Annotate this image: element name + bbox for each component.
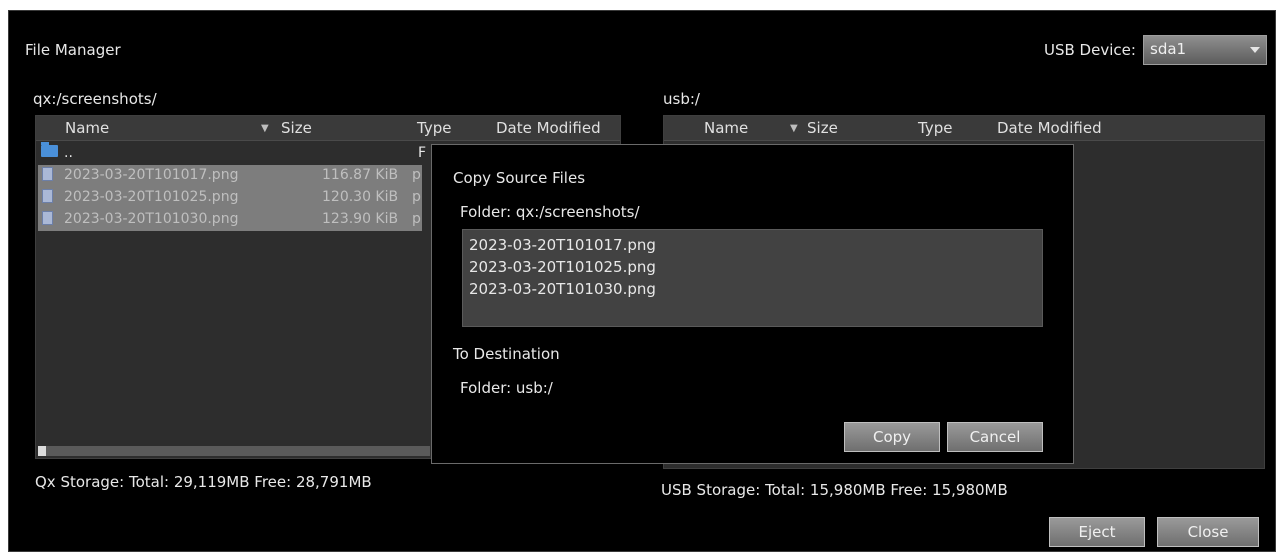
scrollbar-thumb[interactable] (38, 446, 46, 456)
close-button[interactable]: Close (1157, 517, 1259, 547)
left-col-date[interactable]: Date Modified (496, 119, 601, 137)
left-col-size[interactable]: Size (281, 119, 312, 137)
left-column-header: Name ▼ Size Type Date Modified (36, 116, 620, 141)
left-col-type[interactable]: Type (417, 119, 451, 137)
row-name: 2023-03-20T101030.png (64, 211, 239, 227)
right-col-name[interactable]: Name (704, 119, 748, 137)
source-file-list[interactable]: 2023-03-20T101017.png 2023-03-20T101025.… (462, 229, 1043, 327)
list-item[interactable]: 2023-03-20T101025.png 120.30 KiB p (38, 187, 422, 209)
eject-button[interactable]: Eject (1049, 517, 1145, 547)
right-column-header: Name ▼ Size Type Date Modified (664, 116, 1264, 141)
right-col-type[interactable]: Type (918, 119, 952, 137)
left-col-name[interactable]: Name (65, 119, 109, 137)
copy-dialog: Copy Source Files Folder: qx:/screenshot… (431, 144, 1074, 464)
file-icon (42, 167, 53, 181)
folder-icon (41, 142, 58, 157)
sort-arrow-icon: ▼ (261, 123, 269, 134)
list-item: 2023-03-20T101030.png (469, 280, 656, 298)
file-manager-window: File Manager USB Device: sda1 qx:/screen… (8, 10, 1276, 552)
list-item: 2023-03-20T101025.png (469, 258, 656, 276)
window-title: File Manager (25, 41, 121, 59)
list-item[interactable]: 2023-03-20T101017.png 116.87 KiB p (38, 165, 422, 187)
row-type: F (418, 145, 427, 161)
row-type: p (412, 189, 421, 205)
right-col-size[interactable]: Size (807, 119, 838, 137)
qx-storage-status: Qx Storage: Total: 29,119MB Free: 28,791… (35, 473, 372, 491)
source-folder: Folder: qx:/screenshots/ (460, 203, 640, 221)
right-col-date[interactable]: Date Modified (997, 119, 1102, 137)
row-size: 116.87 KiB (322, 167, 399, 183)
row-name: 2023-03-20T101017.png (64, 167, 239, 183)
destination-folder: Folder: usb:/ (460, 379, 553, 397)
cancel-button[interactable]: Cancel (947, 422, 1043, 452)
horizontal-scrollbar[interactable] (38, 446, 430, 456)
file-icon (42, 211, 53, 225)
usb-device-label: USB Device: (1044, 41, 1136, 59)
sort-arrow-icon: ▼ (790, 123, 798, 134)
chevron-down-icon (1250, 47, 1260, 53)
right-path: usb:/ (663, 90, 700, 108)
list-item-parent-folder[interactable]: .. F (38, 142, 426, 165)
usb-device-value: sda1 (1150, 40, 1187, 58)
row-size: 120.30 KiB (322, 189, 399, 205)
list-item[interactable]: 2023-03-20T101030.png 123.90 KiB p (38, 209, 422, 231)
row-name: .. (64, 145, 73, 161)
row-type: p (412, 211, 421, 227)
left-path: qx:/screenshots/ (33, 90, 157, 108)
destination-title: To Destination (453, 345, 560, 363)
usb-device-select[interactable]: sda1 (1143, 35, 1267, 65)
row-size: 123.90 KiB (322, 211, 399, 227)
copy-button[interactable]: Copy (844, 422, 940, 452)
row-type: p (412, 167, 421, 183)
list-item: 2023-03-20T101017.png (469, 236, 656, 254)
usb-storage-status: USB Storage: Total: 15,980MB Free: 15,98… (661, 481, 1008, 499)
dialog-title: Copy Source Files (453, 169, 586, 187)
row-name: 2023-03-20T101025.png (64, 189, 239, 205)
file-icon (42, 189, 53, 203)
